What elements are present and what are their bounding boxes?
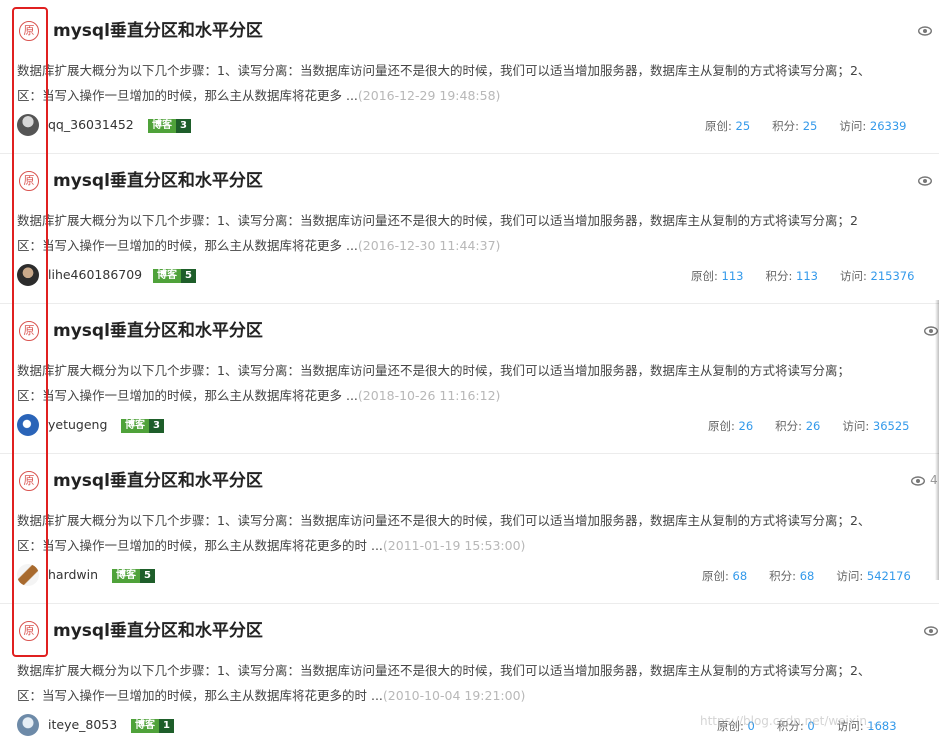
summary-line: 数据库扩展大概分为以下几个步骤：1、读写分离：当数据库访问量还不是很大的时候，我… [17,363,850,378]
points-label: 积分: [769,569,797,583]
watermark: https://blog.csdn.net/weixin_... [700,714,885,728]
summary-line: 数据库扩展大概分为以下几个步骤：1、读写分离：当数据库访问量还不是很大的时候，我… [17,513,871,528]
points-label: 积分: [775,419,803,433]
original-badge: 原 [19,471,39,491]
visits-count: 26339 [869,119,907,133]
avatar[interactable] [17,114,39,136]
visits-label: 访问: [839,119,867,133]
original-badge: 原 [19,171,39,191]
avatar[interactable] [17,414,39,436]
points-count: 113 [796,269,818,283]
blog-level-badge: 博客 5 [153,269,196,283]
original-count-label: 原创: [708,419,735,433]
original-count-label: 原创: [702,569,729,583]
original-badge: 原 [19,321,39,341]
article-title[interactable]: mysql垂直分区和水平分区 [53,620,263,642]
visits-count: 542176 [866,569,911,583]
visits-count: 36525 [872,419,910,433]
blog-level: 1 [159,719,174,733]
summary-line: 区：当写入操作一旦增加的时候，那么主从数据库将花更多的时 ... [17,688,383,703]
article-summary: 数据库扩展大概分为以下几个步骤：1、读写分离：当数据库访问量还不是很大的时候，我… [17,658,939,708]
blog-level-badge: 博客 3 [121,419,164,433]
summary-line: 数据库扩展大概分为以下几个步骤：1、读写分离：当数据库访问量还不是很大的时候，我… [17,213,858,228]
summary-line: 区：当写入操作一旦增加的时候，那么主从数据库将花更多的时 ... [17,538,383,553]
blog-level: 3 [176,119,191,133]
visits-label: 访问: [842,419,870,433]
article-summary: 数据库扩展大概分为以下几个步骤：1、读写分离：当数据库访问量还不是很大的时候，我… [17,58,939,108]
original-count: 68 [732,569,748,583]
original-badge: 原 [19,621,39,641]
blog-label: 博客 [112,569,140,583]
article-date: (2010-10-04 19:21:00) [382,688,526,703]
search-result-list: 原 mysql垂直分区和水平分区 数据库扩展大概分为以下几个步骤：1、读写分离：… [0,4,939,754]
author-meta: lihe460186709 博客 5 原创: 113 积分: 113 访问: 215… [17,264,937,288]
blog-label: 博客 [121,419,149,433]
blog-level-badge: 博客 3 [148,119,191,133]
points-label: 积分: [765,269,793,283]
original-count: 26 [738,419,754,433]
blog-level: 3 [149,419,164,433]
points-label: 积分: [772,119,800,133]
article-summary: 数据库扩展大概分为以下几个步骤：1、读写分离：当数据库访问量还不是很大的时候，我… [17,358,939,408]
article-card[interactable]: 原 mysql垂直分区和水平分区 数据库扩展大概分为以下几个步骤：1、读写分离：… [0,4,939,154]
blog-level-badge: 博客 1 [131,719,174,733]
article-title[interactable]: mysql垂直分区和水平分区 [53,20,263,42]
article-date: (2016-12-30 11:44:37) [357,238,501,253]
visits-label: 访问: [839,269,867,283]
visits-label: 访问: [836,569,864,583]
author-name[interactable]: yetugeng [48,417,107,432]
avatar[interactable] [17,564,39,586]
summary-line: 数据库扩展大概分为以下几个步骤：1、读写分离：当数据库访问量还不是很大的时候，我… [17,63,871,78]
eye-icon [918,26,932,36]
eye-icon [924,626,938,636]
article-date: (2016-12-29 19:48:58) [357,88,501,103]
summary-line: 区：当写入操作一旦增加的时候，那么主从数据库将花更多 ... [17,238,358,253]
article-title[interactable]: mysql垂直分区和水平分区 [53,470,263,492]
original-badge: 原 [19,21,39,41]
eye-icon [911,476,925,486]
article-date: (2011-01-19 15:53:00) [382,538,526,553]
author-name[interactable]: lihe460186709 [48,267,142,282]
visits-count: 215376 [870,269,915,283]
article-title[interactable]: mysql垂直分区和水平分区 [53,320,263,342]
scroll-edge-shadow [935,300,939,580]
article-card[interactable]: 原 mysql垂直分区和水平分区 数据库扩展大概分为以下几个步骤：1、读写分离：… [0,304,939,454]
author-meta: yetugeng 博客 3 原创: 26 积分: 26 访问: 36525 [17,414,937,438]
original-count-label: 原创: [705,119,732,133]
author-stats: 原创: 25 积分: 25 访问: 26339 [705,118,906,134]
original-count-label: 原创: [691,269,718,283]
blog-level-badge: 博客 5 [112,569,155,583]
author-meta: hardwin 博客 5 原创: 68 积分: 68 访问: 542176 [17,564,937,588]
article-title[interactable]: mysql垂直分区和水平分区 [53,170,263,192]
avatar[interactable] [17,264,39,286]
article-date: (2018-10-26 11:16:12) [357,388,501,403]
summary-line: 区：当写入操作一旦增加的时候，那么主从数据库将花更多 ... [17,88,358,103]
author-stats: 原创: 113 积分: 113 访问: 215376 [691,268,914,284]
summary-line: 区：当写入操作一旦增加的时候，那么主从数据库将花更多 ... [17,388,358,403]
author-stats: 原创: 26 积分: 26 访问: 36525 [708,418,909,434]
summary-line: 数据库扩展大概分为以下几个步骤：1、读写分离：当数据库访问量还不是很大的时候，我… [17,663,871,678]
eye-icon [918,176,932,186]
article-summary: 数据库扩展大概分为以下几个步骤：1、读写分离：当数据库访问量还不是很大的时候，我… [17,508,939,558]
author-meta: qq_36031452 博客 3 原创: 25 积分: 25 访问: 26339 [17,114,937,138]
article-card[interactable]: 原 mysql垂直分区和水平分区 数据库扩展大概分为以下几个步骤：1、读写分离：… [0,154,939,304]
blog-level: 5 [181,269,196,283]
original-count: 25 [735,119,751,133]
author-stats: 原创: 68 积分: 68 访问: 542176 [702,568,911,584]
article-card[interactable]: 原 mysql垂直分区和水平分区 数据库扩展大概分为以下几个步骤：1、读写分离：… [0,604,939,754]
author-name[interactable]: hardwin [48,567,98,582]
points-count: 26 [805,419,821,433]
blog-level: 5 [140,569,155,583]
avatar[interactable] [17,714,39,736]
points-count: 25 [802,119,818,133]
original-count: 113 [721,269,744,283]
blog-label: 博客 [153,269,181,283]
blog-label: 博客 [148,119,176,133]
author-name[interactable]: qq_36031452 [48,117,134,132]
blog-label: 博客 [131,719,159,733]
article-summary: 数据库扩展大概分为以下几个步骤：1、读写分离：当数据库访问量还不是很大的时候，我… [17,208,939,258]
author-name[interactable]: iteye_8053 [48,717,117,732]
article-card[interactable]: 原 mysql垂直分区和水平分区 4 数据库扩展大概分为以下几个步骤：1、读写分… [0,454,939,604]
points-count: 68 [799,569,815,583]
